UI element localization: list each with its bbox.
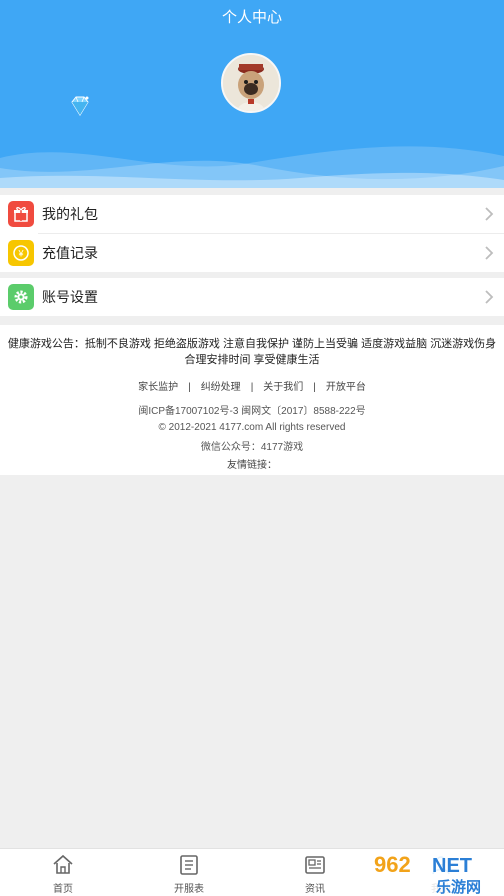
home-icon: [53, 854, 73, 874]
tab-label: 资讯: [305, 884, 325, 895]
menu-group-primary: 我的礼包 ¥ 充值记录: [0, 195, 504, 272]
menu-item-label: 我的礼包: [42, 206, 98, 222]
menu-group-settings: 账号设置: [0, 278, 504, 316]
header-waves: [0, 146, 504, 188]
friend-links: 友情链接：: [227, 460, 277, 471]
chevron-right-icon: [485, 207, 494, 221]
watermark-logo: 962 NET 乐游网: [366, 850, 504, 896]
svg-text:¥: ¥: [17, 249, 24, 259]
page-title: 个人中心: [221, 9, 282, 26]
menu-item-recharge[interactable]: ¥ 充值记录: [0, 234, 504, 272]
footer-links: 家长监护 | 纠纷处理 | 关于我们 | 开放平台: [0, 378, 504, 393]
link-separator: |: [250, 382, 254, 393]
avatar-image: [223, 55, 279, 111]
chevron-right-icon: [485, 246, 494, 260]
menu-item-label: 充值记录: [42, 245, 98, 261]
chevron-right-icon: [485, 290, 494, 304]
wechat-account: 微信公众号：4177游戏: [200, 442, 304, 453]
footer-link-parental[interactable]: 家长监护: [138, 382, 178, 393]
yen-icon: ¥: [8, 240, 34, 266]
footer-link-about[interactable]: 关于我们: [263, 382, 303, 393]
menu-item-gifts[interactable]: 我的礼包: [0, 195, 504, 233]
watermark-number: 962: [374, 852, 411, 877]
footer-link-open-platform[interactable]: 开放平台: [326, 382, 366, 393]
site-footer: 健康游戏公告：抵制不良游戏 拒绝盗版游戏 注意自我保护 谨防上当受骗 适度游戏益…: [0, 325, 504, 475]
diamond-icon[interactable]: [68, 95, 92, 117]
news-icon: [305, 856, 325, 874]
watermark-site-name: 乐游网: [436, 878, 481, 896]
tab-home[interactable]: 首页: [0, 849, 126, 896]
gear-icon: [8, 284, 34, 310]
tab-server-list[interactable]: 开服表: [126, 849, 252, 896]
profile-header: 个人中心: [0, 0, 504, 188]
tab-news[interactable]: 资讯: [252, 849, 378, 896]
avatar[interactable]: [221, 53, 281, 113]
menu-item-label: 账号设置: [42, 289, 98, 305]
menu-item-account-settings[interactable]: 账号设置: [0, 278, 504, 316]
tab-label: 开服表: [174, 884, 204, 895]
copyright: © 2012-2021 4177.com All rights reserved: [158, 422, 346, 433]
footer-link-disputes[interactable]: 纠纷处理: [201, 382, 241, 393]
health-notice: 健康游戏公告：抵制不良游戏 拒绝盗版游戏 注意自我保护 谨防上当受骗 适度游戏益…: [7, 338, 497, 366]
gift-icon: [8, 201, 34, 227]
tab-label: 首页: [53, 884, 73, 895]
watermark-net: NET: [432, 855, 472, 877]
list-icon: [180, 855, 198, 875]
link-separator: |: [313, 382, 316, 393]
link-separator: |: [188, 382, 191, 393]
icp-license: 闽ICP备17007102号-3 闽网文〔2017〕8588-222号: [138, 406, 366, 417]
